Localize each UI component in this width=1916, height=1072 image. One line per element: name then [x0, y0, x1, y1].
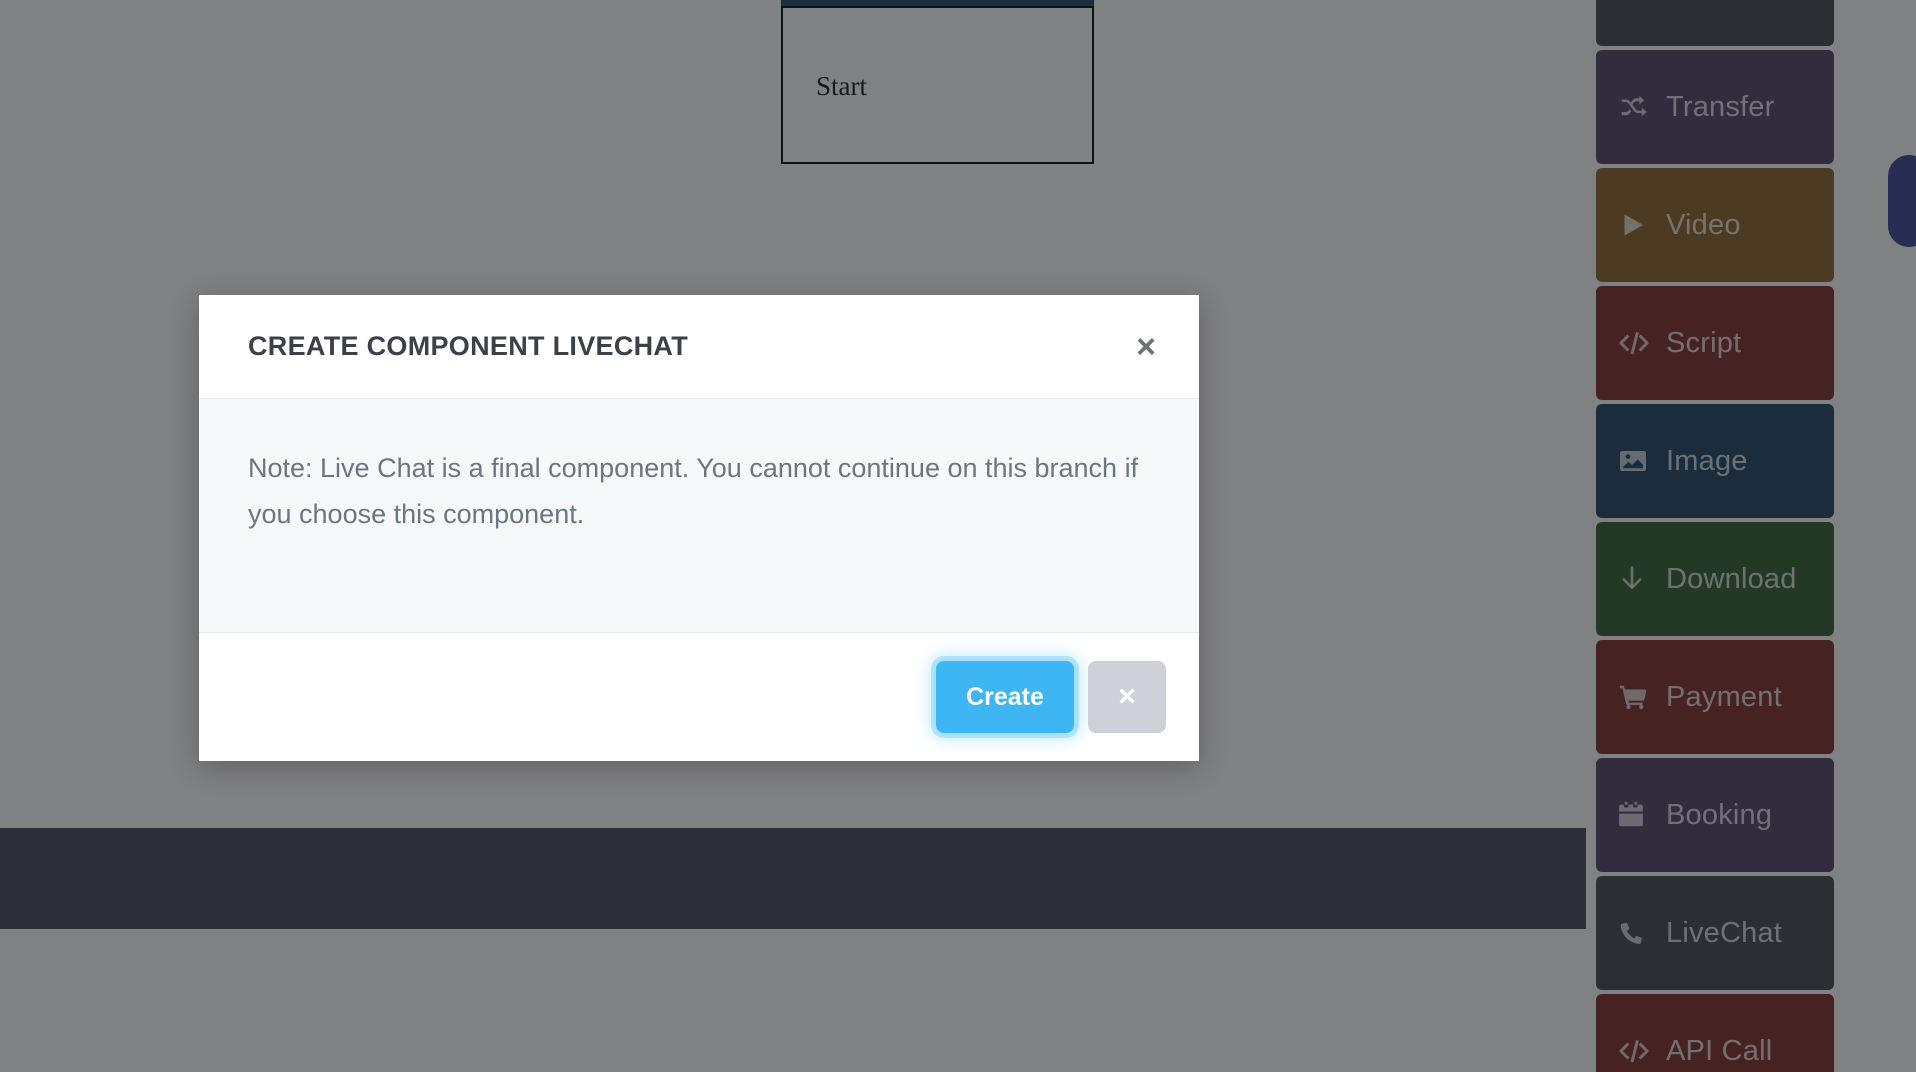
modal-title: CREATE COMPONENT LIVECHAT [248, 331, 689, 361]
close-icon[interactable]: × [1126, 324, 1166, 370]
modal-footer: Create × [199, 633, 1199, 761]
cancel-button[interactable]: × [1088, 661, 1166, 733]
modal-note-text: Note: Live Chat is a final component. Yo… [248, 453, 1139, 529]
modal-body: Note: Live Chat is a final component. Yo… [199, 399, 1199, 633]
modal-header: CREATE COMPONENT LIVECHAT × [199, 295, 1199, 399]
create-button[interactable]: Create [936, 661, 1074, 733]
create-component-modal: CREATE COMPONENT LIVECHAT × Note: Live C… [199, 295, 1199, 761]
